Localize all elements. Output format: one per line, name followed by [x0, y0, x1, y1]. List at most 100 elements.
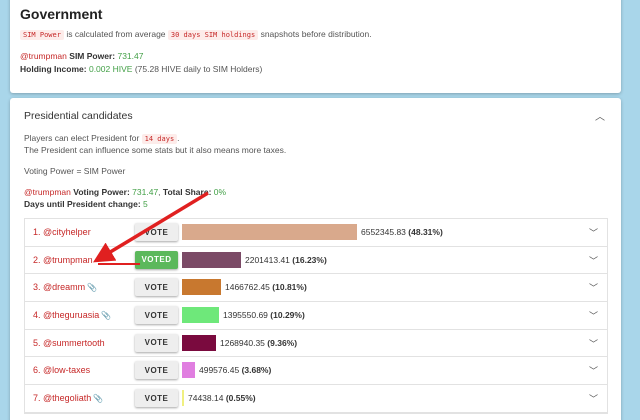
candidate-username[interactable]: @thegoliath [43, 393, 91, 403]
sim-power-line: @trumpman SIM Power: 731.47 [20, 51, 143, 61]
sim-power-value: 731.47 [117, 51, 144, 61]
elect-period: . [177, 133, 180, 143]
holding-income-line: Holding Income: 0.002 HIVE (75.28 HIVE d… [20, 64, 262, 74]
candidate-share: (10.29%) [270, 310, 305, 321]
candidate-username[interactable]: @dreamm [43, 282, 85, 292]
candidate-name[interactable]: 3. @dreamm 📎 [33, 282, 97, 292]
government-title: Government [20, 6, 103, 22]
share-bar [182, 224, 357, 240]
share-bar [182, 279, 221, 296]
candidate-share: (0.55%) [225, 393, 256, 404]
vote-button[interactable]: VOTE [135, 389, 178, 408]
voting-power-line: @trumpman Voting Power: 731.47, Total Sh… [24, 187, 227, 197]
sim-power-text-2: snapshots before distribution. [260, 29, 372, 39]
paperclip-icon: 📎 [93, 394, 104, 404]
total-share-value: 0% [213, 187, 227, 197]
candidate-votes-value: 499576.45 [199, 365, 240, 376]
candidate-rank: 7. [33, 393, 41, 404]
candidate-username[interactable]: @low-taxes [43, 365, 90, 375]
vote-button[interactable]: VOTE [135, 223, 178, 241]
candidate-share: (3.68%) [241, 365, 272, 376]
candidate-share: (10.81%) [272, 282, 307, 293]
candidate-name[interactable]: 6. @low-taxes [33, 365, 90, 375]
candidate-votes: 1395550.69 (10.29%) [223, 310, 305, 320]
sim-power-code: SIM Power [20, 30, 64, 40]
candidate-share: (9.36%) [267, 337, 298, 348]
holding-income-label: Holding Income: [20, 64, 87, 74]
candidate-name[interactable]: 1. @cityhelper [33, 227, 91, 237]
voting-power-label: Voting Power: [73, 187, 130, 197]
vote-button[interactable]: VOTE [135, 306, 178, 325]
chevron-down-icon[interactable]: ﹀ [589, 281, 598, 294]
elect-line: Players can elect President for 14 days. [24, 133, 180, 144]
voting-power-value: 731.47 [132, 187, 159, 197]
chevron-down-icon[interactable]: ﹀ [589, 309, 598, 322]
sim-power-description: SIM Power is calculated from average 30 … [20, 29, 372, 40]
share-bar [182, 251, 241, 268]
sim-power-label: SIM Power: [69, 51, 116, 61]
candidates-list: 1. @cityhelper VOTE 6552345.83 (48.31%) ﹀ 2.… [24, 218, 608, 414]
candidate-votes-value: 1395550.69 [223, 310, 268, 321]
candidate-username[interactable]: @theguruasia [43, 310, 99, 320]
share-bar [182, 362, 195, 379]
candidate-votes: 74438.14 (0.55%) [188, 393, 256, 403]
chevron-down-icon[interactable]: ﹀ [589, 364, 598, 377]
chevron-down-icon[interactable]: ﹀ [589, 226, 598, 239]
total-share-label: Total Share: [162, 187, 212, 197]
candidate-username[interactable]: @summertooth [43, 338, 105, 348]
elect-text: Players can elect President for [24, 133, 140, 143]
share-bar [182, 390, 184, 407]
candidate-rank: 4. [33, 310, 41, 321]
vote-button[interactable]: VOTE [135, 278, 178, 297]
candidate-row[interactable]: 7. @thegoliath 📎 VOTE 74438.14 (0.55%) ﹀ [25, 385, 607, 413]
chevron-down-icon[interactable]: ﹀ [589, 392, 598, 405]
chevron-down-icon[interactable]: ﹀ [589, 254, 598, 267]
candidate-share: (16.23%) [292, 254, 327, 265]
candidate-row[interactable]: 6. @low-taxes VOTE 499576.45 (3.68%) ﹀ [25, 357, 607, 386]
candidate-votes-value: 1466762.45 [225, 282, 270, 293]
candidate-votes: 2201413.41 (16.23%) [245, 255, 327, 265]
days-label: Days until President change: [24, 199, 141, 209]
sim-power-text-1: is calculated from average [66, 29, 166, 39]
vote-button[interactable]: VOTE [135, 361, 178, 380]
candidate-row[interactable]: 2. @trumpman VOTED 2201413.41 (16.23%) ﹀ [25, 247, 607, 275]
voted-button[interactable]: VOTED [135, 250, 178, 269]
candidate-votes-value: 74438.14 [188, 393, 224, 404]
candidate-name[interactable]: 5. @summertooth [33, 338, 105, 348]
candidate-row[interactable]: 3. @dreamm 📎 VOTE 1466762.45 (10.81%) ﹀ [25, 274, 607, 303]
days-value: 5 [143, 199, 148, 209]
candidate-row[interactable]: 5. @summertooth VOTE 1268940.35 (9.36%) ﹀ [25, 330, 607, 358]
candidate-username[interactable]: @trumpman [43, 255, 93, 265]
candidate-share: (48.31%) [408, 227, 443, 237]
candidate-row[interactable]: 1. @cityhelper VOTE 6552345.83 (48.31%) ﹀ [25, 219, 607, 247]
paperclip-icon: 📎 [87, 283, 98, 293]
candidate-votes: 1466762.45 (10.81%) [225, 282, 307, 292]
holding-income-value: 0.002 HIVE [88, 64, 133, 74]
candidate-votes: 1268940.35 (9.36%) [220, 338, 297, 348]
elect-days-code: 14 days [141, 134, 178, 144]
candidate-votes: 6552345.83 (48.31%) [361, 227, 443, 237]
candidate-votes-value: 2201413.41 [245, 254, 290, 265]
candidate-votes: 499576.45 (3.68%) [199, 365, 271, 375]
candidate-row[interactable]: 4. @theguruasia 📎 VOTE 1395550.69 (10.29%) ﹀ [25, 302, 607, 330]
holding-income-note: (75.28 HIVE daily to SIM Holders) [134, 64, 263, 74]
candidate-votes-value: 6552345.83 [361, 227, 406, 237]
candidate-name[interactable]: 7. @thegoliath 📎 [33, 393, 103, 403]
share-bar [182, 334, 216, 351]
candidate-username[interactable]: @cityhelper [43, 227, 91, 237]
paperclip-icon: 📎 [101, 311, 112, 321]
candidate-votes-value: 1268940.35 [220, 337, 265, 348]
user-link[interactable]: @trumpman [20, 51, 67, 61]
chevron-down-icon[interactable]: ﹀ [589, 337, 598, 350]
vote-button[interactable]: VOTE [135, 333, 178, 352]
user-link[interactable]: @trumpman [24, 187, 71, 197]
days-line: Days until President change: 5 [24, 199, 148, 209]
chevron-up-icon[interactable]: ︿ [595, 108, 605, 123]
candidate-name[interactable]: 4. @theguruasia 📎 [33, 310, 111, 320]
candidate-rank: 6. [33, 365, 41, 376]
candidate-rank: 2. [33, 254, 41, 265]
candidate-rank: 3. [33, 282, 41, 293]
candidate-rank: 1. [33, 227, 41, 237]
voting-power-text: Voting Power = SIM Power [24, 166, 126, 176]
candidate-name[interactable]: 2. @trumpman [33, 255, 93, 265]
